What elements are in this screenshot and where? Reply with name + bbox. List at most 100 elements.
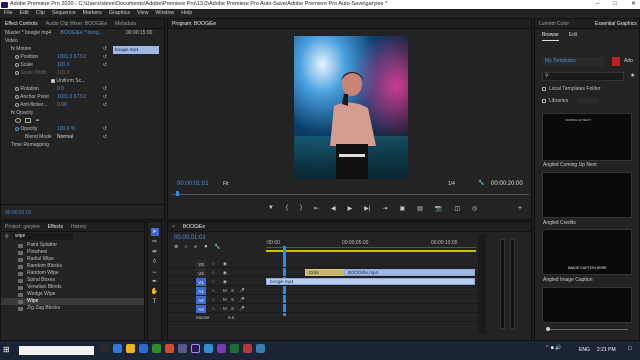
solo-icon[interactable]: S (231, 304, 234, 313)
app-icon-6[interactable] (243, 344, 252, 353)
settings-wrench-icon[interactable]: 🔧 (214, 244, 220, 250)
local-templates-option[interactable]: Local Templates Folder (542, 86, 601, 92)
position-value[interactable]: 1001.0 673.0 (57, 53, 86, 61)
star-icon[interactable]: ★ (630, 72, 635, 79)
stopwatch-icon[interactable] (15, 54, 19, 59)
rectangle-mask-icon[interactable] (25, 118, 32, 124)
sequence-clip-label[interactable]: BOOGiEe * boog... (61, 30, 103, 36)
reset-icon[interactable]: ↺ (103, 125, 107, 133)
clip-boogie-mp4[interactable]: boogie.mp4 (266, 278, 475, 285)
lock-icon[interactable]: ○ (212, 268, 215, 277)
work-area-bar[interactable] (266, 250, 476, 252)
language-indicator[interactable]: ENG (579, 347, 590, 353)
templates-source-dropdown[interactable]: My Templates (542, 57, 604, 66)
menu-view[interactable]: View (137, 9, 148, 18)
timeline-timecode[interactable]: 00:00:01:01 (174, 235, 206, 241)
ellipse-mask-icon[interactable] (15, 118, 21, 124)
clip-boogiee-mp4[interactable]: BOOGiEe.mp4 (344, 269, 475, 276)
template-thumb-image-caption[interactable]: IMAGE CAPTION HERE (542, 229, 632, 275)
notifications-icon[interactable]: □ (628, 346, 632, 352)
tab-edit[interactable]: Edit (569, 29, 578, 41)
lock-icon[interactable]: ○ (212, 277, 215, 286)
snap-icon[interactable]: ∩ (184, 244, 188, 250)
eye-icon[interactable]: ◉ (223, 259, 227, 268)
ripple-edit-tool-icon[interactable]: ⇹ (151, 248, 159, 256)
go-to-out-icon[interactable]: ⇥ (382, 205, 387, 212)
cross-dissolve-transition[interactable]: Cros (305, 269, 345, 276)
program-monitor-title[interactable]: Program: BOOGiEe (172, 21, 216, 27)
wrench-icon[interactable]: 🔧 (478, 180, 484, 186)
tab-project[interactable]: Project: garyiee (5, 224, 40, 230)
effect-wedge-wipe[interactable]: Wedge Wipe (1, 291, 144, 298)
app-icon-2[interactable] (178, 344, 187, 353)
ec-clip-bar[interactable]: boogie.mp4 (113, 46, 159, 54)
effect-random-blocks[interactable]: Random Blocks (1, 263, 144, 270)
task-view-icon[interactable] (100, 344, 109, 353)
tab-essential-graphics[interactable]: Essential Graphics (595, 21, 637, 27)
razor-tool-icon[interactable]: ◊ (151, 258, 159, 266)
type-tool-icon[interactable]: T (151, 298, 159, 306)
adobe-stock-icon[interactable] (612, 57, 620, 66)
effect-wipe[interactable]: Wipe (1, 298, 144, 305)
program-timecode[interactable]: 00:00:01:01 (177, 181, 209, 187)
mute-icon[interactable]: M (223, 295, 227, 304)
reset-icon[interactable]: ↺ (103, 133, 107, 141)
mark-out-icon[interactable]: } (300, 205, 302, 212)
maximize-button[interactable]: □ (613, 0, 617, 9)
export-frame-icon[interactable]: 📷 (435, 205, 442, 212)
menu-graphics[interactable]: Graphics (109, 9, 130, 18)
timeline-ruler[interactable]: :00:00 00:00:05:00 00:00:10:00 (266, 238, 476, 250)
thumbnail-size-slider[interactable] (540, 326, 635, 334)
reset-icon[interactable]: ↺ (103, 93, 107, 101)
tab-audio-clip-mixer[interactable]: Audio Clip Mixer: BOOGiEe (46, 21, 107, 27)
tab-metadata[interactable]: Metadata (115, 21, 136, 27)
pen-tool-icon[interactable]: ✒ (151, 278, 159, 286)
stopwatch-icon[interactable] (15, 102, 19, 107)
rotation-value[interactable]: 0.0 (57, 85, 64, 93)
lock-icon[interactable]: ○ (212, 259, 215, 268)
reset-icon[interactable]: ↺ (103, 101, 107, 109)
program-time-ruler[interactable] (172, 191, 529, 195)
tab-effect-controls[interactable]: Effect Controls (5, 21, 38, 27)
extract-icon[interactable]: ▤ (417, 205, 423, 212)
slip-tool-icon[interactable]: ↔ (151, 268, 159, 276)
mic-icon[interactable]: 🎤 (239, 304, 245, 313)
mic-icon[interactable]: 🎤 (239, 295, 245, 304)
premiere-taskbar-icon[interactable] (191, 344, 200, 353)
store-icon[interactable] (139, 344, 148, 353)
add-button-icon[interactable]: + (518, 205, 522, 212)
reset-icon[interactable]: ↺ (103, 45, 107, 53)
lock-icon[interactable]: ○ (212, 304, 215, 313)
lift-icon[interactable]: ▣ (399, 205, 405, 212)
blend-mode-dropdown[interactable]: Normal (57, 133, 73, 141)
lock-icon[interactable]: ○ (212, 286, 215, 295)
app-icon-3[interactable] (204, 344, 213, 353)
tab-lumetri-color[interactable]: Lumetri Color (539, 21, 569, 27)
taskbar-search-input[interactable] (19, 346, 94, 355)
stopwatch-icon[interactable] (15, 94, 19, 99)
tab-browse[interactable]: Browse (542, 29, 559, 41)
edge-icon[interactable] (113, 344, 122, 353)
master-level-value[interactable]: 0.0 (228, 313, 234, 322)
reset-icon[interactable]: ↺ (103, 61, 107, 69)
stopwatch-icon[interactable] (15, 126, 19, 131)
effect-pinwheel[interactable]: Pinwheel (1, 249, 144, 256)
nest-icon[interactable]: ⊕ (174, 244, 178, 250)
program-playhead[interactable] (176, 191, 179, 196)
master-clip-label[interactable]: Master * boogie mp4 (5, 30, 51, 36)
mark-in-icon[interactable]: { (286, 205, 288, 212)
timeline-close-icon[interactable]: × (172, 224, 175, 230)
minimize-button[interactable]: – (596, 0, 599, 9)
comparison-view-icon[interactable]: ◫ (454, 205, 460, 212)
spotify-icon[interactable] (152, 344, 161, 353)
tab-effects[interactable]: Effects (48, 224, 63, 230)
scale-value[interactable]: 100.0 (57, 61, 70, 69)
libraries-option[interactable]: Libraries (542, 98, 600, 104)
stopwatch-icon[interactable] (15, 86, 19, 91)
reset-icon[interactable]: ↺ (103, 53, 107, 61)
effects-search-input[interactable]: wipe (13, 233, 73, 240)
adobe-stock-label[interactable]: Ado (624, 58, 633, 64)
opacity-value[interactable]: 100.0 % (57, 125, 75, 133)
pen-mask-icon[interactable]: ✒ (36, 118, 40, 124)
go-to-in-icon[interactable]: ⇤ (314, 205, 319, 212)
